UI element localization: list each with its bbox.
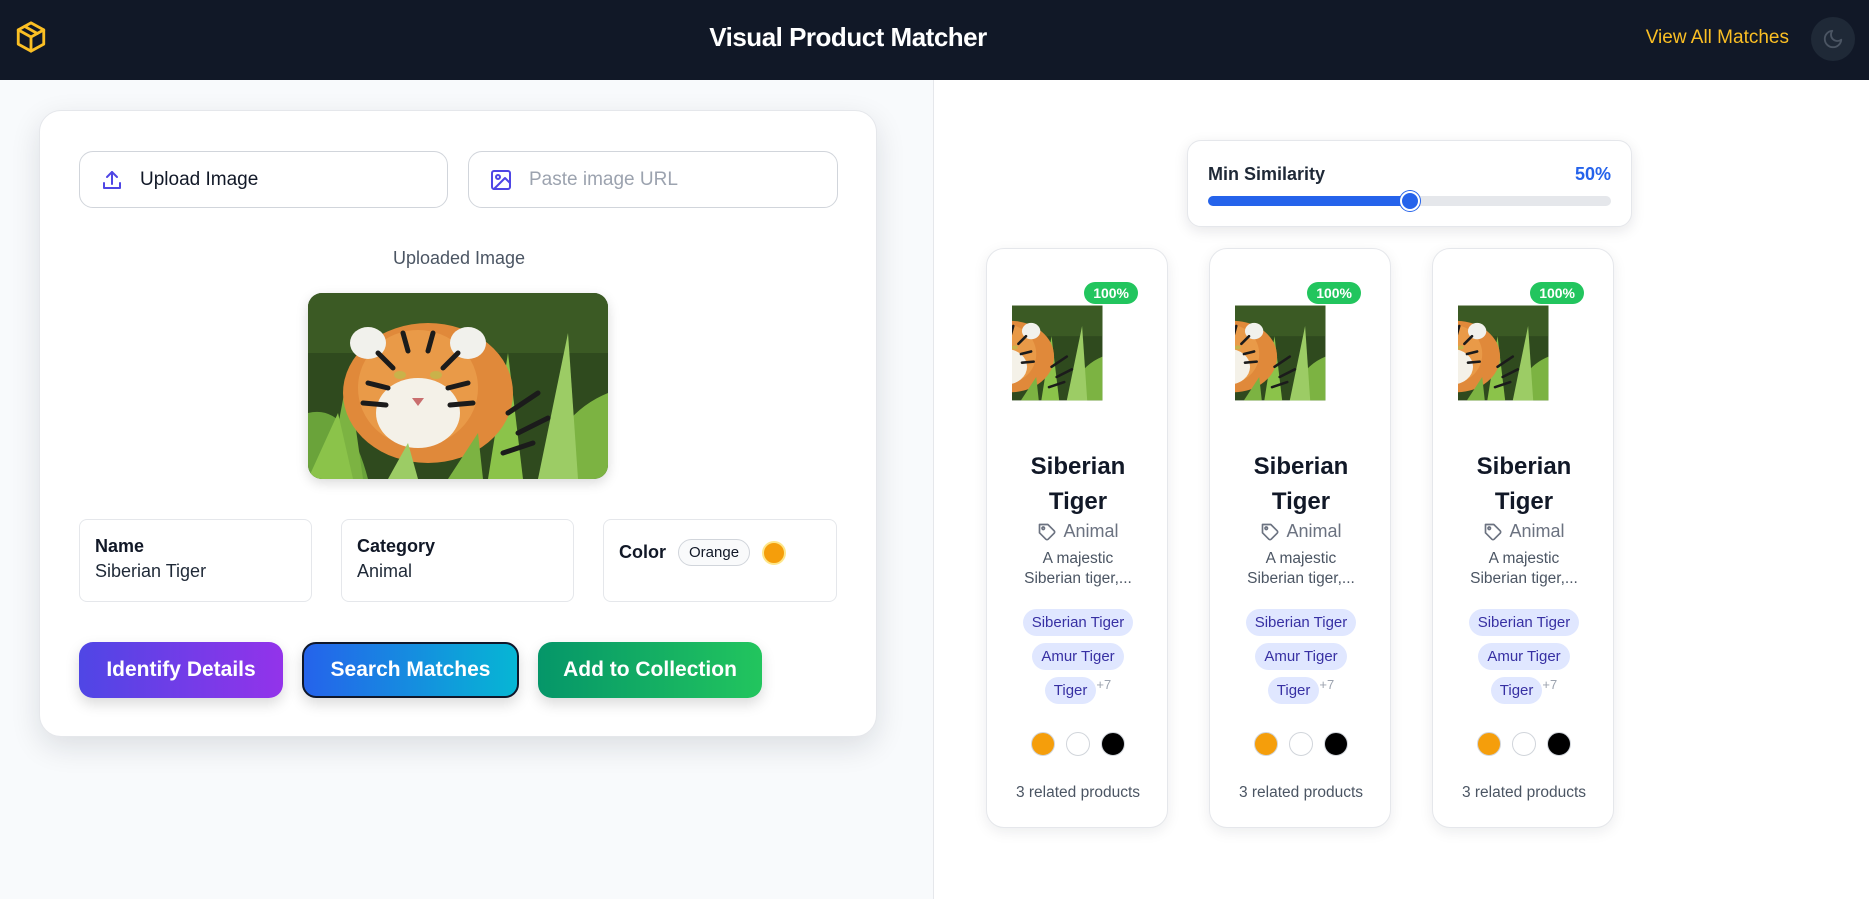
result-colors — [1210, 732, 1392, 756]
more-tags-count: +7 — [1319, 677, 1335, 692]
tag-icon — [1262, 523, 1279, 540]
result-tags: Siberian Tiger Amur Tiger Tiger +7 — [1433, 609, 1615, 711]
result-category: Animal — [1433, 521, 1615, 542]
results-pane: Min Similarity 50% 100% Siberian Tiger A… — [933, 80, 1869, 899]
category-field: Category Animal — [341, 519, 574, 602]
similarity-label: Min Similarity — [1208, 164, 1326, 184]
left-pane: Upload Image Uploaded Image Name Siberia… — [0, 80, 933, 899]
top-bar: Visual Product Matcher View All Matches — [0, 0, 1869, 80]
result-category: Animal — [987, 521, 1169, 542]
result-colors — [1433, 732, 1615, 756]
result-tags: Siberian Tiger Amur Tiger Tiger +7 — [987, 609, 1169, 711]
similarity-badge: 100% — [1084, 282, 1138, 304]
name-value: Siberian Tiger — [95, 561, 207, 581]
result-title: Siberian Tiger — [1476, 453, 1572, 515]
image-url-input[interactable] — [529, 168, 819, 191]
image-url-field[interactable] — [468, 151, 838, 208]
result-image: 100% — [1458, 274, 1588, 432]
result-category-label: Animal — [1286, 521, 1342, 541]
color-swatch — [1254, 732, 1278, 756]
uploaded-image-preview — [308, 293, 608, 479]
color-value-pill: Orange — [678, 539, 751, 566]
app-title: Visual Product Matcher — [709, 22, 987, 52]
slider-thumb[interactable] — [1399, 191, 1420, 211]
color-swatch — [1066, 732, 1090, 756]
tag-chip[interactable]: Tiger — [1267, 677, 1320, 704]
tag-chip[interactable]: Amur Tiger — [1478, 643, 1570, 670]
result-card[interactable]: 100% Siberian Tiger Animal A majestic Si… — [1432, 248, 1614, 828]
related-products-count: 3 related products — [1238, 784, 1364, 801]
result-title: Siberian Tiger — [1030, 453, 1126, 515]
result-description: A majestic Siberian tiger,... — [1024, 550, 1132, 587]
tag-chip[interactable]: Amur Tiger — [1032, 643, 1124, 670]
result-tags: Siberian Tiger Amur Tiger Tiger +7 — [1210, 609, 1392, 711]
color-swatch — [1289, 732, 1313, 756]
color-swatch — [762, 540, 787, 565]
view-all-matches-link[interactable]: View All Matches — [1646, 27, 1789, 49]
result-card[interactable]: 100% Siberian Tiger Animal A majestic Si… — [986, 248, 1168, 828]
related-products-count: 3 related products — [1461, 784, 1587, 801]
tag-chip[interactable]: Siberian Tiger — [1468, 609, 1580, 636]
result-image: 100% — [1235, 274, 1365, 432]
more-tags-count: +7 — [1096, 677, 1112, 692]
result-category-label: Animal — [1509, 521, 1565, 541]
result-category: Animal — [1210, 521, 1392, 542]
category-label: Category — [357, 536, 436, 556]
result-description: A majestic Siberian tiger,... — [1470, 550, 1578, 587]
result-image: 100% — [1012, 274, 1142, 432]
category-value: Animal — [357, 561, 413, 581]
more-tags-count: +7 — [1542, 677, 1558, 692]
color-field: Color Orange — [603, 519, 837, 602]
similarity-value: 50% — [1574, 164, 1611, 184]
uploaded-image-heading: Uploaded Image — [392, 248, 526, 268]
tag-chip[interactable]: Siberian Tiger — [1245, 609, 1357, 636]
result-card[interactable]: 100% Siberian Tiger Animal A majestic Si… — [1209, 248, 1391, 828]
identify-details-button[interactable]: Identify Details — [79, 642, 283, 698]
upload-card: Upload Image Uploaded Image Name Siberia… — [39, 110, 877, 737]
color-swatch — [1512, 732, 1536, 756]
upload-image-label: Upload Image — [140, 168, 259, 190]
add-to-collection-button[interactable]: Add to Collection — [538, 642, 762, 698]
slider-fill — [1208, 196, 1410, 206]
color-label: Color — [619, 542, 666, 562]
tag-icon — [1039, 523, 1056, 540]
name-label: Name — [95, 536, 145, 556]
result-category-label: Animal — [1063, 521, 1119, 541]
similarity-badge: 100% — [1530, 282, 1584, 304]
tag-chip[interactable]: Amur Tiger — [1255, 643, 1347, 670]
tag-chip[interactable]: Tiger — [1044, 677, 1097, 704]
similarity-slider[interactable] — [1208, 191, 1611, 211]
upload-icon — [103, 170, 121, 189]
result-title: Siberian Tiger — [1253, 453, 1349, 515]
color-swatch — [1477, 732, 1501, 756]
image-icon — [491, 169, 511, 190]
tag-chip[interactable]: Siberian Tiger — [1022, 609, 1134, 636]
result-description: A majestic Siberian tiger,... — [1247, 550, 1355, 587]
search-matches-button[interactable]: Search Matches — [302, 642, 519, 698]
tag-chip[interactable]: Tiger — [1490, 677, 1543, 704]
result-colors — [987, 732, 1169, 756]
color-swatch — [1031, 732, 1055, 756]
tag-icon — [1485, 523, 1502, 540]
similarity-filter: Min Similarity 50% — [1187, 140, 1632, 227]
theme-toggle-button[interactable] — [1811, 17, 1855, 61]
upload-image-button[interactable]: Upload Image — [79, 151, 448, 208]
color-swatch — [1547, 732, 1571, 756]
color-swatch — [1101, 732, 1125, 756]
name-field: Name Siberian Tiger — [79, 519, 312, 602]
color-swatch — [1324, 732, 1348, 756]
related-products-count: 3 related products — [1015, 784, 1141, 801]
similarity-badge: 100% — [1307, 282, 1361, 304]
moon-icon — [1823, 29, 1843, 49]
